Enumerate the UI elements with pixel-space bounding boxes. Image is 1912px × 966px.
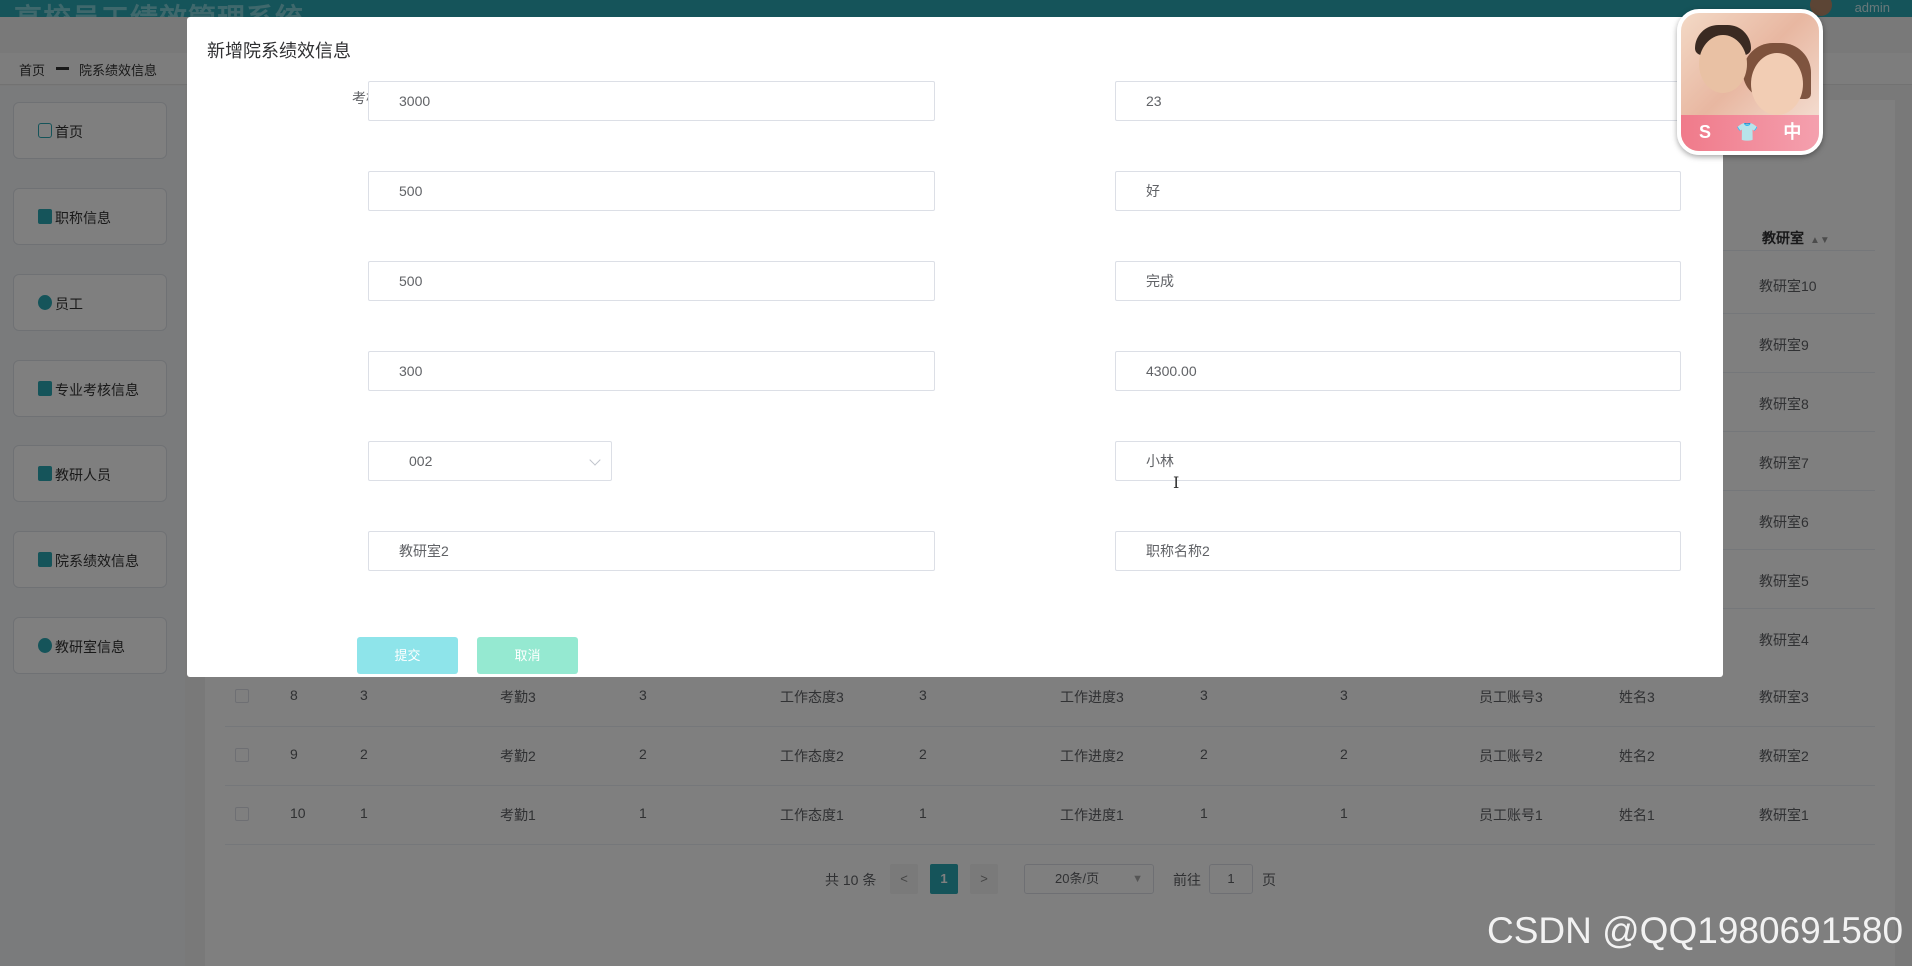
submit-button[interactable]: 提交	[357, 637, 458, 674]
attitude-input[interactable]: 好	[1115, 171, 1681, 211]
sticker-figure	[1699, 35, 1747, 93]
title-name-input[interactable]: 职称名称2	[1115, 531, 1681, 571]
floating-sticker[interactable]: S 👕 中	[1677, 9, 1823, 155]
chevron-down-icon	[589, 454, 601, 466]
sticker-figure	[1751, 53, 1803, 115]
account-select-value: 002	[409, 453, 433, 469]
progress-input[interactable]: 完成	[1115, 261, 1681, 301]
name-input[interactable]: 小林	[1115, 441, 1681, 481]
bonus3-input[interactable]: 300	[368, 351, 935, 391]
cancel-button[interactable]: 取消	[477, 637, 578, 674]
account-select[interactable]: 002	[368, 441, 612, 481]
total-salary-input[interactable]: 4300.00	[1115, 351, 1681, 391]
watermark: CSDN @QQ1980691580	[1487, 910, 1904, 951]
bonus1-input[interactable]: 500	[368, 171, 935, 211]
text-cursor-icon: I	[1173, 473, 1180, 492]
sticker-text: S 👕 中	[1699, 122, 1812, 142]
office-input[interactable]: 教研室2	[368, 531, 935, 571]
attendance-input[interactable]: 23	[1115, 81, 1681, 121]
base-salary-input[interactable]: 3000	[368, 81, 935, 121]
bonus2-input[interactable]: 500	[368, 261, 935, 301]
add-performance-dialog: 新增院系绩效信息 考核基本工资 3000 奖金1 500 奖金2 500 奖金3…	[187, 17, 1723, 677]
dialog-title: 新增院系绩效信息	[207, 41, 351, 61]
